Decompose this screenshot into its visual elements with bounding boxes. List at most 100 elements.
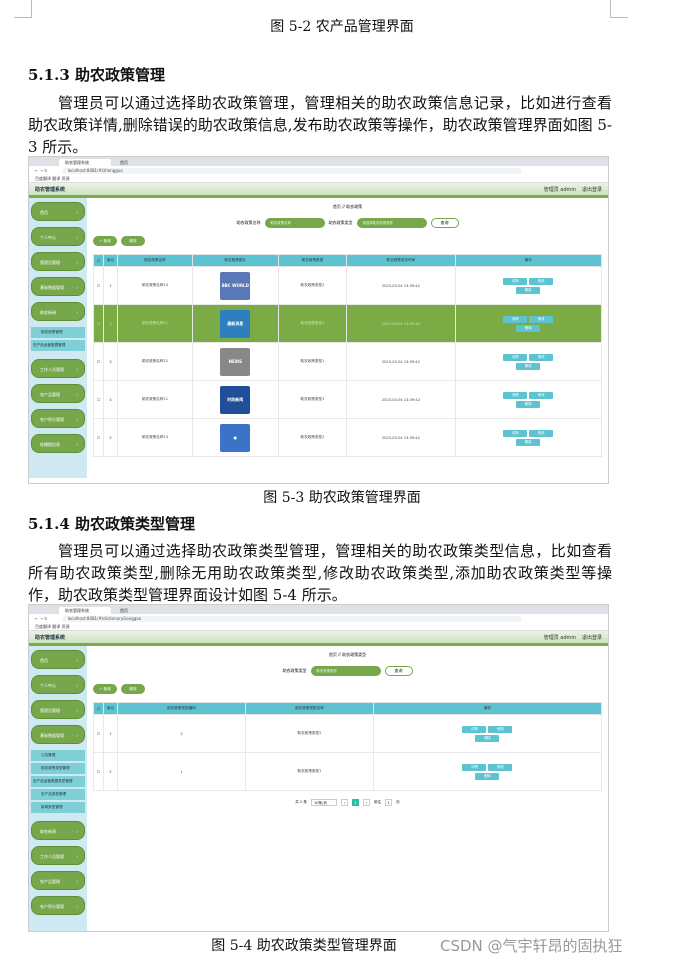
table-row[interactable]: ☐ 2 助农政策名称11 最新消息 助农政策类型1 2023-03-04 13:39:42… [93,304,603,343]
page-size-select[interactable]: 10条/页 [310,799,337,806]
row-checkbox[interactable]: ☐ [93,752,104,791]
sidebar-item[interactable]: 首页 [31,650,85,670]
sidebar-item[interactable]: 助农新闻 [31,302,85,322]
sidebar-subitem[interactable]: 农产品运营数据类型管理 [31,776,85,787]
sidebar-subitem[interactable]: 助农政策管理 [31,327,85,338]
row-checkbox[interactable]: ☐ [93,266,104,305]
browser-tab[interactable]: 助农管理系统 [59,159,111,166]
detail-button[interactable]: 详情 [503,391,528,399]
sidebar-subitem[interactable]: 公告管理 [31,750,85,761]
sidebar-item[interactable]: 管理员管理 [31,252,85,272]
browser-tab[interactable]: 首页 [114,159,166,166]
url-field[interactable]: localhost:8081/#/zhongguo [61,167,522,174]
policy-thumbnail[interactable]: NEWS [220,347,251,376]
column-header: 助农政策发布时间 [346,254,456,267]
sidebar-item[interactable]: 工作人员管理 [31,359,85,379]
row-checkbox[interactable]: ☐ [93,714,104,753]
sidebar-item[interactable]: 首页 [31,202,85,222]
delete-button[interactable]: 删除 [516,438,541,446]
sidebar-item[interactable]: 个人中心 [31,675,85,695]
detail-button[interactable]: 详情 [462,763,487,771]
page-number[interactable]: 1 [351,799,359,806]
delete-button[interactable]: 删除 [516,324,541,332]
row-checkbox[interactable]: ☐ [93,342,104,381]
sidebar-item[interactable]: 农户积分管理 [31,896,85,916]
sidebar-item[interactable]: 工作人员管理 [31,846,85,866]
policy-thumbnail[interactable]: 时政新闻 [220,385,251,414]
policy-image-cell: BBC WORLD NEWS [191,266,279,316]
browser-tab[interactable]: 助农管理系统 [59,607,111,614]
policy-name-input[interactable]: 助农政策名称 [264,218,325,228]
publish-time-cell: 2023-03-04 13:39:42 [346,418,456,457]
row-checkbox[interactable]: ☐ [93,418,104,457]
goto-page-input[interactable]: 1 [385,799,393,806]
table-row[interactable]: ☐ 2 1 助农政策类型1 详情 修改 删除 [93,752,603,791]
sidebar-item[interactable]: 农户积分管理 [31,409,85,429]
sidebar-item[interactable]: 基础数据管理 [31,277,85,297]
bookmarks-bar: 百度翻译 翻译 资源 [29,623,608,631]
breadcrumb: 首页 // 助农政策类型 [328,652,367,657]
policy-type-cell: 助农政策类型1 [277,342,348,381]
delete-button[interactable]: 删除 [516,286,541,294]
row-index: 1 [103,714,118,753]
row-checkbox[interactable]: ☐ [93,304,104,343]
edit-button[interactable]: 修改 [529,429,554,437]
delete-button[interactable]: 删除 [475,772,500,780]
batch-delete-button[interactable]: 删除 [121,684,145,694]
sidebar-subitem[interactable]: 新闻类型管理 [31,802,85,813]
next-page-button[interactable]: › [362,799,370,806]
select-all-checkbox[interactable]: ☐ [93,702,104,715]
batch-delete-button[interactable]: 删除 [121,236,145,246]
select-all-checkbox[interactable]: ☐ [93,254,104,267]
sidebar-item[interactable]: 轮播图信息 [31,434,85,454]
edit-button[interactable]: 修改 [488,763,513,771]
row-index: 3 [103,342,118,381]
edit-button[interactable]: 修改 [529,353,554,361]
logout-link[interactable]: 退出登录 [582,635,602,641]
type-name-cell: 助农政策类型1 [244,752,374,791]
table-row[interactable]: ☐1助农政策名称14 BBC WORLD NEWS 助农政策类型22023-03-0… [93,266,603,316]
policy-thumbnail[interactable]: 最新消息 [220,309,251,338]
browser-tab[interactable]: 首页 [114,607,166,614]
prev-page-button[interactable]: ‹ [340,799,348,806]
detail-button[interactable]: 详情 [462,725,487,733]
sidebar-item[interactable]: 个人中心 [31,227,85,247]
delete-button[interactable]: 删除 [475,734,500,742]
sidebar-subitem[interactable]: 农产品类型管理 [31,789,85,800]
detail-button[interactable]: 详情 [503,353,528,361]
search-button[interactable]: 查询 [430,218,459,228]
sidebar-subitem[interactable]: 农产品运营数据管理 [31,340,85,351]
policy-thumbnail[interactable]: ● [220,423,251,452]
edit-button[interactable]: 修改 [529,391,554,399]
row-actions: 详情 修改 删除 [454,266,603,305]
detail-button[interactable]: 详情 [503,277,528,285]
table-row[interactable]: ☐ 5 助农政策名称13 ● 助农政策类型2 2023-03-04 13:39:42 详情修… [93,418,603,457]
edit-button[interactable]: 修改 [529,315,554,323]
url-field[interactable]: localhost:8081/#/dictionaryGonggao [61,615,522,622]
paragraph: 管理员可以通过选择助农政策类型管理，管理相关的助农政策类型信息，比如查看所有助农… [28,542,612,604]
row-checkbox[interactable]: ☐ [93,380,104,419]
policy-thumbnail[interactable]: BBC WORLD NEWS [220,271,251,316]
sidebar-item[interactable]: 农产品管理 [31,871,85,891]
sidebar-item[interactable]: 管理员管理 [31,700,85,720]
table-row[interactable]: ☐ 1 2 助农政策类型2 详情 修改 删除 [93,714,603,753]
add-button[interactable]: + 新增 [93,236,117,246]
table-row[interactable]: ☐ 4 助农政策名称11 时政新闻 助农政策类型1 2023-03-04 13:39:42… [93,380,603,419]
sidebar-item[interactable]: 基础数据管理 [31,725,85,745]
row-actions: 详情 修改 删除 [454,380,603,419]
logout-link[interactable]: 退出登录 [582,187,602,193]
delete-button[interactable]: 删除 [516,362,541,370]
edit-button[interactable]: 修改 [488,725,513,733]
table-row[interactable]: ☐ 3 助农政策名称12 NEWS 助农政策类型1 2023-03-04 13:39:42… [93,342,603,381]
sidebar-item[interactable]: 农产品管理 [31,384,85,404]
add-button[interactable]: + 新增 [93,684,117,694]
sidebar-subitem[interactable]: 助农政策类型管理 [31,763,85,774]
detail-button[interactable]: 详情 [503,429,528,437]
policy-type-select[interactable]: 请选择助农政策类型 [356,218,427,228]
detail-button[interactable]: 详情 [503,315,528,323]
sidebar-item[interactable]: 助农新闻 [31,821,85,841]
policy-type-input[interactable]: 助农政策类型 [310,666,381,676]
search-button[interactable]: 查询 [384,666,413,676]
edit-button[interactable]: 修改 [529,277,554,285]
delete-button[interactable]: 删除 [516,400,541,408]
